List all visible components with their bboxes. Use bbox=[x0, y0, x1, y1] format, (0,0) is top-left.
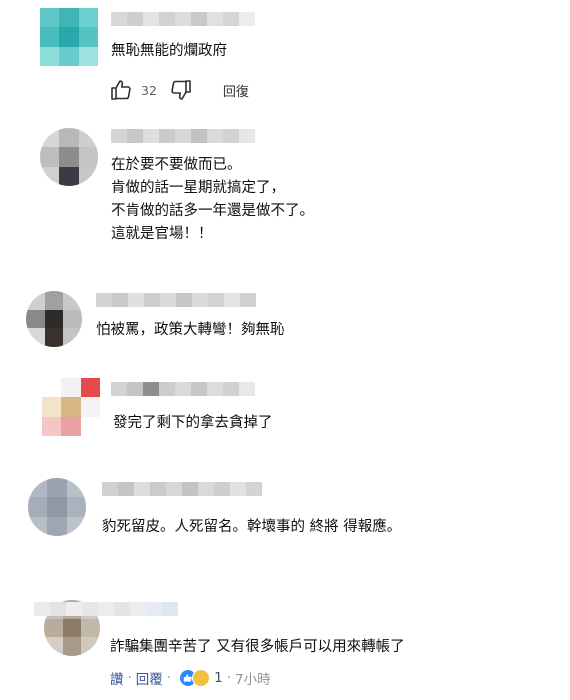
comment-text: 在於要不要做而已。 肯做的話一星期就搞定了， 不肯做的話多一年還是做不了。 這就… bbox=[111, 157, 314, 242]
reply-button[interactable]: 回復 bbox=[223, 81, 249, 100]
separator: · bbox=[226, 670, 231, 686]
avatar[interactable] bbox=[42, 378, 100, 436]
reply-link[interactable]: 回覆 bbox=[136, 668, 163, 688]
comment-text: 豹死留皮。人死留名。幹壞事的 終將 得報應。 bbox=[102, 519, 402, 535]
dislike-button[interactable] bbox=[169, 78, 193, 102]
comment-text: 無恥無能的爛政府 bbox=[111, 43, 227, 59]
avatar[interactable] bbox=[28, 478, 86, 536]
reaction-count: 1 bbox=[214, 670, 223, 686]
thumbs-down-icon bbox=[171, 80, 191, 100]
author-name-blurred[interactable] bbox=[111, 129, 255, 143]
author-name-blurred[interactable] bbox=[34, 602, 178, 616]
author-name-blurred[interactable] bbox=[111, 382, 255, 396]
comment-actions: 讚 · 回覆 · 1 · 7小時 bbox=[110, 668, 271, 688]
comment-1: 無恥無能的爛政府 32 回復 bbox=[0, 0, 570, 110]
comment-text: 怕被罵，政策大轉彎！夠無恥 bbox=[96, 322, 285, 338]
comment-2: 在於要不要做而已。 肯做的話一星期就搞定了， 不肯做的話多一年還是做不了。 這就… bbox=[0, 120, 570, 270]
like-count: 32 bbox=[141, 82, 157, 98]
author-name-blurred[interactable] bbox=[111, 12, 255, 26]
comment-4: 發完了剩下的拿去貪掉了 bbox=[0, 372, 570, 447]
author-name-blurred[interactable] bbox=[96, 293, 256, 307]
like-button[interactable]: 32 bbox=[109, 78, 157, 102]
separator: · bbox=[166, 670, 172, 686]
like-link[interactable]: 讚 bbox=[110, 668, 124, 688]
separator: · bbox=[127, 670, 132, 686]
thumbs-up-icon bbox=[111, 80, 131, 100]
comment-3: 怕被罵，政策大轉彎！夠無恥 bbox=[0, 285, 570, 355]
timestamp[interactable]: 7小時 bbox=[235, 668, 271, 688]
author-name-blurred[interactable] bbox=[102, 482, 262, 496]
comment-text: 詐騙集團辛苦了 又有很多帳戶可以用來轉帳了 bbox=[110, 639, 405, 655]
comment-6: 詐騙集團辛苦了 又有很多帳戶可以用來轉帳了 讚 · 回覆 · 1 · 7小時 bbox=[0, 600, 570, 700]
avatar[interactable] bbox=[40, 8, 98, 66]
comment-actions: 32 回復 bbox=[109, 78, 249, 102]
avatar[interactable] bbox=[26, 291, 82, 347]
comment-text: 發完了剩下的拿去貪掉了 bbox=[113, 415, 273, 431]
reactions[interactable]: 1 bbox=[179, 669, 223, 687]
avatar[interactable] bbox=[40, 128, 98, 186]
comment-5: 豹死留皮。人死留名。幹壞事的 終將 得報應。 bbox=[0, 476, 570, 556]
love-reaction-icon bbox=[192, 669, 211, 687]
